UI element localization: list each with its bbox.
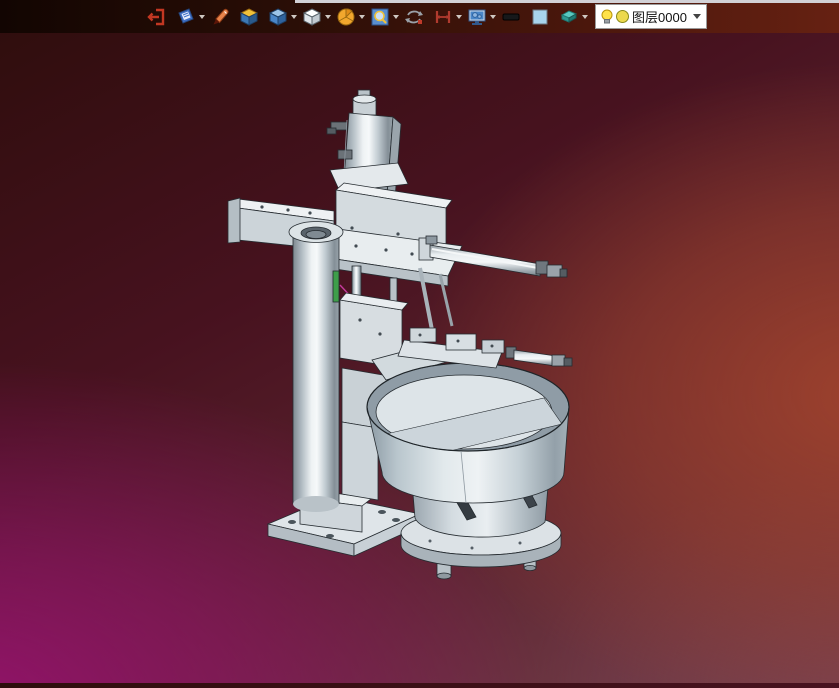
- toolbar-icon-row: [146, 5, 592, 29]
- column-base-plate[interactable]: [266, 489, 422, 557]
- layer-combobox[interactable]: 图层0000: [595, 4, 707, 29]
- section-pie-icon[interactable]: [335, 6, 357, 28]
- dropdown-arrow-icon[interactable]: [391, 6, 400, 28]
- main-column-cylinder[interactable]: [288, 221, 344, 513]
- dropdown-arrow-icon[interactable]: [454, 6, 463, 28]
- rotate-view-icon[interactable]: [403, 6, 425, 28]
- layer-visibility-bulb-icon: [601, 9, 613, 23]
- layer-name-label: 图层0000: [632, 10, 687, 25]
- display-settings-icon[interactable]: [466, 6, 488, 28]
- main-toolbar: 图层0000: [0, 0, 839, 33]
- dropdown-arrow-icon[interactable]: [323, 6, 332, 28]
- zoom-window-icon[interactable]: [369, 6, 391, 28]
- wireframe-cube-icon[interactable]: [301, 6, 323, 28]
- cad-model[interactable]: [0, 0, 839, 683]
- dropdown-arrow-icon[interactable]: [580, 6, 589, 28]
- shaded-cube-icon[interactable]: [267, 6, 289, 28]
- brush-icon[interactable]: [209, 6, 231, 28]
- solid-color-box-icon[interactable]: [238, 6, 260, 28]
- dropdown-arrow-icon[interactable]: [289, 6, 298, 28]
- dimension-icon[interactable]: [432, 6, 454, 28]
- combo-dropdown-arrow-icon[interactable]: [691, 14, 703, 19]
- line-width-icon[interactable]: [500, 6, 522, 28]
- viewport-canvas[interactable]: [0, 0, 839, 683]
- exit-icon[interactable]: [146, 6, 168, 28]
- dropdown-arrow-icon[interactable]: [357, 6, 366, 28]
- window-edge-strip: [295, 0, 839, 3]
- dropdown-arrow-icon[interactable]: [197, 6, 206, 28]
- feeder-bowl[interactable]: [366, 362, 570, 504]
- dropdown-arrow-icon[interactable]: [488, 6, 497, 28]
- sketch-book-icon[interactable]: [175, 6, 197, 28]
- layer-tool-icon[interactable]: [558, 6, 580, 28]
- layer-color-dot-icon: [616, 10, 629, 23]
- color-swatch-icon[interactable]: [529, 6, 551, 28]
